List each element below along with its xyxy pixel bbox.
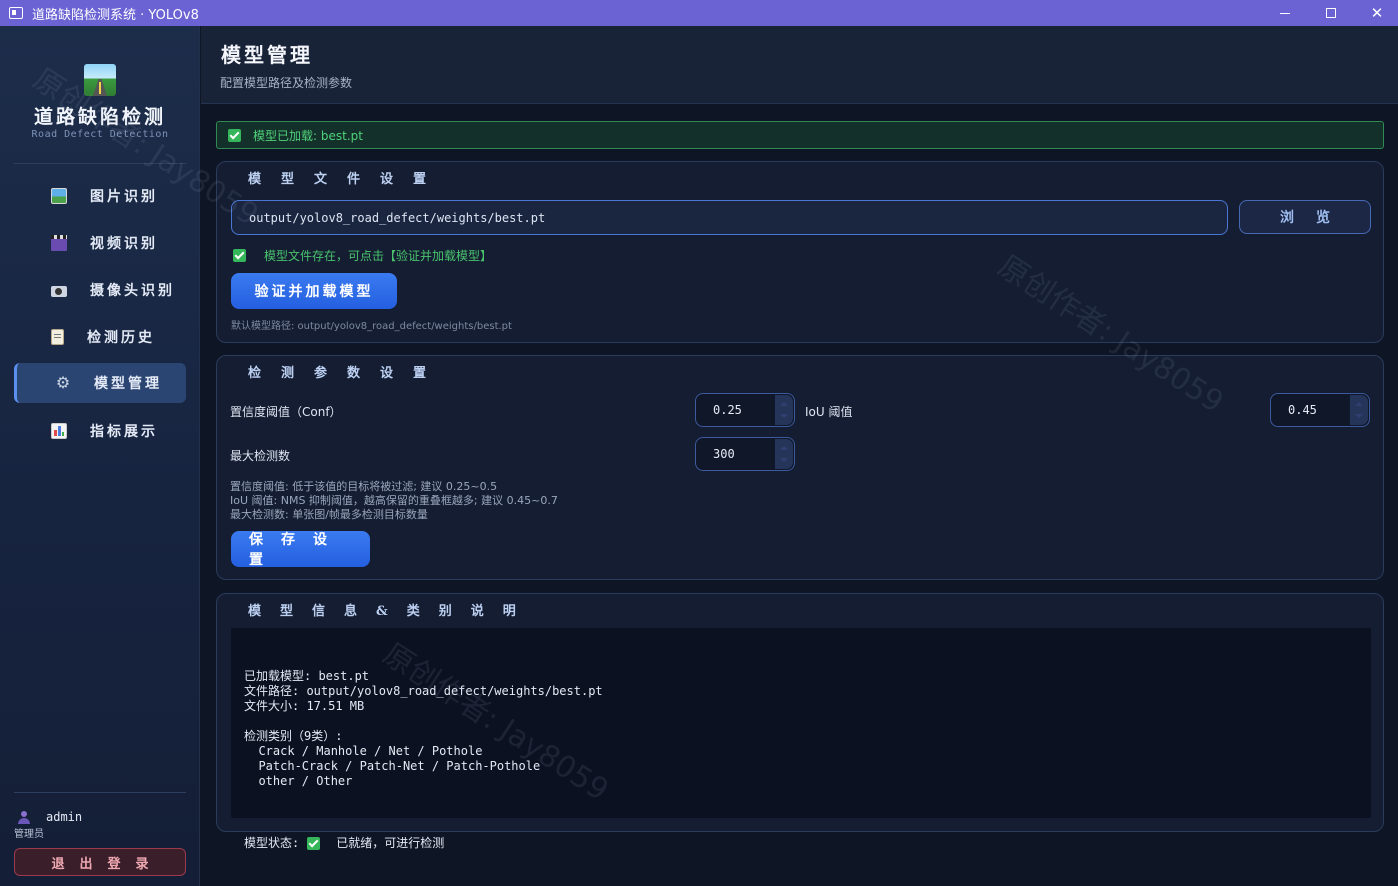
save-settings-button[interactable]: 保存设置 [231,531,370,568]
default-path-hint: 默认模型路径: output/yolov8_road_defect/weight… [231,321,512,332]
user-role: 管理员 [14,829,44,840]
sidebar-item-detection-history[interactable]: 检测历史 [14,317,186,357]
window-title-bar: 道路缺陷检测系统 · YOLOv8 ✕ [0,0,1398,26]
minimize-button[interactable] [1262,0,1308,26]
verify-load-model-button[interactable]: 验证并加载模型 [231,273,397,309]
spin-arrows-icon[interactable] [775,395,793,425]
check-icon [233,249,246,262]
model-info-text: 已加载模型: best.pt 文件路径: output/yolov8_road_… [244,669,603,788]
model-loaded-text: 模型已加载: best.pt [253,128,363,143]
sidebar-item-label: 指标展示 [90,424,158,440]
clipboard-icon [51,329,64,345]
model-loaded-banner: 模型已加载: best.pt [216,121,1384,149]
close-button[interactable]: ✕ [1354,0,1398,26]
detection-params-card: 检测参数设置 置信度阈值（Conf） 0.25 IoU 阈值 0.45 最大检测… [216,355,1384,580]
minimize-icon [1280,12,1290,14]
maximize-button[interactable] [1308,0,1354,26]
conf-hint: 置信度阈值: 低于该值的目标将被过滤; 建议 0.25~0.5 [230,480,498,493]
sidebar-item-image-recognition[interactable]: 图片识别 [14,176,186,216]
model-status-value: 已就绪，可进行检测 [336,836,445,850]
model-status-label: 模型状态: [244,836,300,850]
sidebar-item-metrics[interactable]: 指标展示 [14,411,186,451]
max-det-spinbox[interactable]: 300 [695,437,795,471]
browse-button[interactable]: 浏览 [1239,200,1371,234]
image-icon [51,188,67,204]
sidebar-divider [14,163,186,164]
max-det-label: 最大检测数 [230,449,291,463]
model-info-card-title: 模型信息&类别说明 [248,604,535,619]
sidebar-item-label: 模型管理 [94,376,162,392]
iou-value: 0.45 [1288,403,1317,417]
page-subtitle: 配置模型路径及检测参数 [220,76,353,90]
conf-value: 0.25 [713,403,742,417]
page-header: 模型管理 配置模型路径及检测参数 [201,26,1398,104]
spin-arrows-icon[interactable] [1350,395,1368,425]
window-title: 道路缺陷检测系统 · YOLOv8 [32,7,199,23]
main-content: 模型管理 配置模型路径及检测参数 模型已加载: best.pt 模型文件设置 o… [201,26,1398,886]
app-icon [9,7,23,19]
max-det-hint: 最大检测数: 单张图/帧最多检测目标数量 [230,508,428,521]
sidebar-item-model-management[interactable]: ⚙ 模型管理 [14,363,186,403]
page-title: 模型管理 [221,43,313,67]
brand-subtitle: Road Defect Detection [31,129,169,140]
model-info-box: 已加载模型: best.pt 文件路径: output/yolov8_road_… [231,628,1371,850]
clapper-icon [51,235,67,251]
camera-icon [51,286,67,297]
model-status-row: 模型状态: 已就绪，可进行检测 [244,836,1358,851]
model-path-input[interactable]: output/yolov8_road_defect/weights/best.p… [231,200,1228,235]
user-avatar-icon [18,811,30,825]
sidebar-item-label: 检测历史 [87,330,155,346]
check-icon [228,128,241,142]
detection-params-card-title: 检测参数设置 [248,366,447,381]
sidebar-item-video-recognition[interactable]: 视频识别 [14,223,186,263]
max-det-value: 300 [713,447,735,461]
sidebar-item-label: 图片识别 [90,189,158,205]
iou-hint: IoU 阈值: NMS 抑制阈值，越高保留的重叠框越多; 建议 0.45~0.7 [230,494,558,507]
conf-spinbox[interactable]: 0.25 [695,393,795,427]
logout-button[interactable]: 退出登录 [14,848,186,876]
sidebar-item-label: 摄像头识别 [90,283,175,299]
brand-title: 道路缺陷检测 [33,106,166,128]
model-info-card: 模型信息&类别说明 已加载模型: best.pt 文件路径: output/yo… [216,593,1384,850]
sidebar-divider [14,792,186,793]
model-exists-text: 模型文件存在，可点击【验证并加载模型】 [264,249,493,263]
model-file-card-title: 模型文件设置 [248,172,447,187]
check-icon [307,837,321,850]
sidebar-item-label: 视频识别 [90,236,158,252]
model-file-card: 模型文件设置 output/yolov8_road_defect/weights… [216,161,1384,343]
maximize-icon [1326,8,1336,18]
spin-arrows-icon[interactable] [775,439,793,469]
user-name: admin [46,810,83,824]
sidebar: 道路缺陷检测 Road Defect Detection 图片识别 视频识别 摄… [0,26,200,886]
chart-icon [51,423,67,439]
sidebar-item-camera-recognition[interactable]: 摄像头识别 [14,270,186,310]
logo-road-icon [84,64,116,96]
conf-label: 置信度阈值（Conf） [230,405,342,419]
iou-spinbox[interactable]: 0.45 [1270,393,1370,427]
iou-label: IoU 阈值 [805,405,853,419]
close-icon: ✕ [1370,3,1384,22]
model-exists-row: 模型文件存在，可点击【验证并加载模型】 [233,247,492,264]
gear-icon: ⚙ [55,373,71,392]
